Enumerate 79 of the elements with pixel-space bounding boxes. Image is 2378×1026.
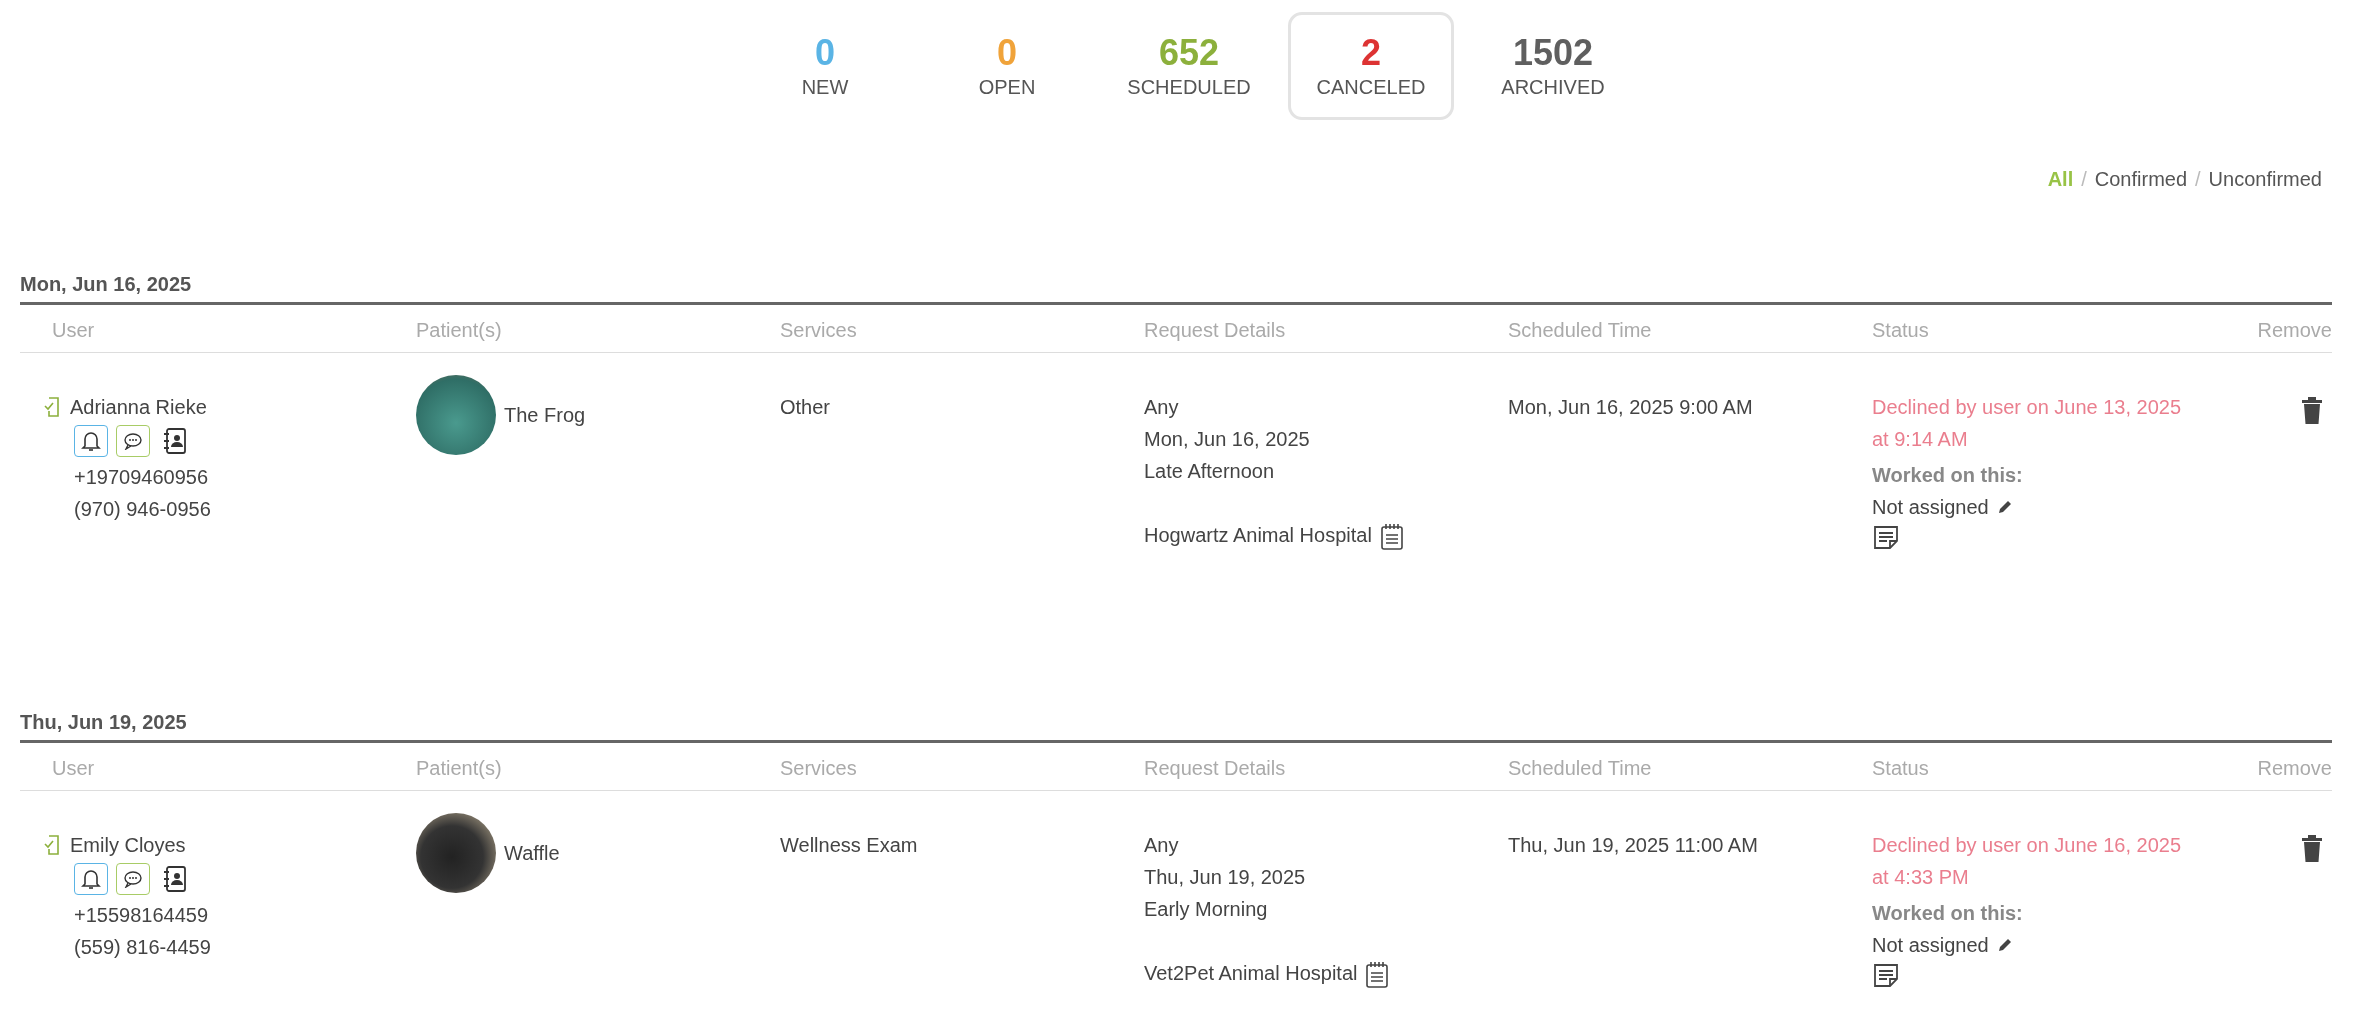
service-text: Wellness Exam [780,833,918,858]
chat-icon [123,870,143,888]
status-tab[interactable]: 652 SCHEDULED [1106,12,1272,120]
tab-count: 652 [1158,32,1220,73]
status-tab[interactable]: 1502 ARCHIVED [1470,12,1636,120]
status-tab[interactable]: 2 CANCELED [1288,12,1454,120]
column-header: User [52,319,96,342]
tab-label: NEW [801,76,849,100]
notepad-icon[interactable] [1379,523,1404,551]
request-detail: Late Afternoon [1144,459,1275,484]
request-detail: Any [1144,395,1179,420]
separator: / [2081,168,2087,191]
worked-on-label: Worked on this: [1872,901,2023,926]
phone-check-icon [44,397,60,417]
filter-link[interactable]: Unconfirmed [2208,168,2322,191]
column-header: Patient(s) [416,757,503,780]
contact-book-icon [163,865,187,893]
bell-icon [81,430,101,452]
service-text: Other [780,395,831,420]
phone-number: +15598164459 [74,903,209,928]
contact-book-icon [163,427,187,455]
phone-number: (559) 816-4459 [74,935,211,960]
user-name[interactable]: Adrianna Rieke [70,391,207,423]
pencil-icon[interactable] [1996,937,2013,953]
status-text: Declined by user on June 16, 2025 at 4:33 PM [1872,833,2183,890]
column-header: Remove [2256,319,2332,342]
request-detail: Early Morning [1144,897,1268,922]
filter-link[interactable]: Confirmed [2094,168,2188,191]
status-tab[interactable]: 0 NEW [742,12,908,120]
hospital-name: Vet2Pet Animal Hospital [1144,961,1358,986]
phone-check-icon [44,835,60,855]
tab-count: 0 [997,32,1017,73]
tab-label: CANCELED [1316,76,1426,100]
phone-number: (970) 946-0956 [74,497,211,522]
patient-name: Waffle [504,841,560,866]
column-header: Status [1872,319,1930,342]
worked-on-label: Worked on this: [1872,463,2023,488]
request-detail: Any [1144,833,1179,858]
chat-button[interactable] [116,863,150,895]
assignee-text: Not assigned [1872,495,1989,520]
chat-button[interactable] [116,425,150,457]
hospital-name: Hogwartz Animal Hospital [1144,523,1372,548]
tab-count: 0 [815,32,835,73]
scheduled-time: Mon, Jun 16, 2025 9:00 AM [1508,395,1753,420]
request-detail: Thu, Jun 19, 2025 [1144,865,1306,890]
tab-count: 1502 [1512,32,1594,73]
tab-label: OPEN [978,76,1036,100]
separator: / [2195,168,2201,191]
bell-button[interactable] [74,425,108,457]
tab-label: SCHEDULED [1127,76,1251,100]
bell-icon [81,868,101,890]
column-header: Services [780,757,858,780]
pencil-icon[interactable] [1996,499,2013,515]
column-header: Status [1872,757,1930,780]
date-heading: Thu, Jun 19, 2025 [20,711,2332,743]
column-header: Remove [2256,757,2332,780]
column-header: Patient(s) [416,319,503,342]
notepad-icon[interactable] [1365,961,1390,989]
scheduled-time: Thu, Jun 19, 2025 11:00 AM [1508,833,1758,858]
note-icon[interactable] [1872,523,1900,551]
chat-icon [123,432,143,450]
column-header: Scheduled Time [1508,319,1653,342]
column-header: Services [780,319,858,342]
status-text: Declined by user on June 13, 2025 at 9:14 AM [1872,395,2183,452]
status-tab[interactable]: 0 OPEN [924,12,1090,120]
assignee-text: Not assigned [1872,933,1989,958]
patient-name: The Frog [504,403,586,428]
column-header: Request Details [1144,757,1287,780]
column-header: Request Details [1144,319,1287,342]
note-icon[interactable] [1872,961,1900,989]
phone-number: +19709460956 [74,465,209,490]
date-heading: Mon, Jun 16, 2025 [20,273,2332,305]
tab-count: 2 [1361,32,1381,73]
tab-label: ARCHIVED [1501,76,1605,100]
bell-button[interactable] [74,863,108,895]
column-header: Scheduled Time [1508,757,1653,780]
user-name[interactable]: Emily Cloyes [70,829,186,861]
request-detail: Mon, Jun 16, 2025 [1144,427,1310,452]
column-header: User [52,757,96,780]
